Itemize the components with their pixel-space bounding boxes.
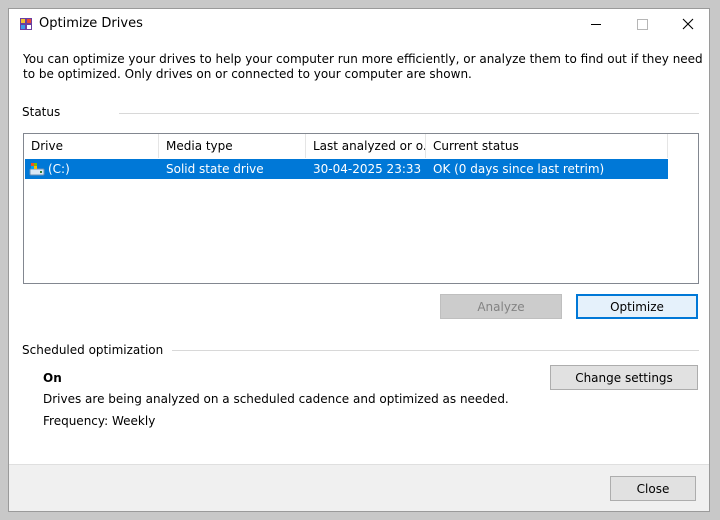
close-icon (682, 18, 694, 30)
column-header-current-status[interactable]: Current status (426, 134, 668, 158)
schedule-state: On (43, 371, 62, 385)
column-header-last-analyzed[interactable]: Last analyzed or o... (306, 134, 426, 158)
close-button[interactable]: Close (610, 476, 696, 501)
maximize-button[interactable] (619, 9, 665, 39)
dialog-footer: Close (9, 464, 709, 511)
schedule-description: Drives are being analyzed on a scheduled… (43, 392, 509, 406)
minimize-button[interactable] (573, 9, 619, 39)
maximize-icon (636, 18, 648, 30)
optimize-button[interactable]: Optimize (576, 294, 698, 319)
media-type: Solid state drive (166, 162, 264, 176)
status-divider (119, 113, 699, 114)
change-settings-button[interactable]: Change settings (550, 365, 698, 390)
drive-icon (29, 163, 45, 176)
drive-row-c[interactable]: (C:) Solid state drive 30-04-2025 23:33 … (25, 159, 668, 179)
current-status: OK (0 days since last retrim) (433, 162, 605, 176)
description-text: You can optimize your drives to help you… (23, 52, 703, 81)
minimize-icon (591, 23, 601, 25)
title-bar[interactable]: Optimize Drives (9, 9, 709, 39)
status-label: Status (22, 105, 61, 119)
column-header-media-type[interactable]: Media type (159, 134, 306, 158)
scheduled-divider (172, 350, 699, 351)
schedule-frequency: Frequency: Weekly (43, 414, 156, 428)
last-analyzed: 30-04-2025 23:33 (313, 162, 422, 176)
drives-list[interactable]: Drive Media type Last analyzed or o... C… (23, 133, 699, 284)
analyze-button[interactable]: Analyze (440, 294, 562, 319)
column-header-drive[interactable]: Drive (24, 134, 159, 158)
drive-name: (C:) (48, 162, 70, 176)
window-title: Optimize Drives (39, 16, 143, 31)
optimize-drives-window: Optimize Drives You can optimize your dr… (8, 8, 710, 512)
close-window-button[interactable] (665, 9, 711, 39)
drives-list-header: Drive Media type Last analyzed or o... C… (24, 134, 698, 158)
defrag-app-icon (20, 18, 32, 30)
scheduled-optimization-label: Scheduled optimization (22, 343, 164, 357)
